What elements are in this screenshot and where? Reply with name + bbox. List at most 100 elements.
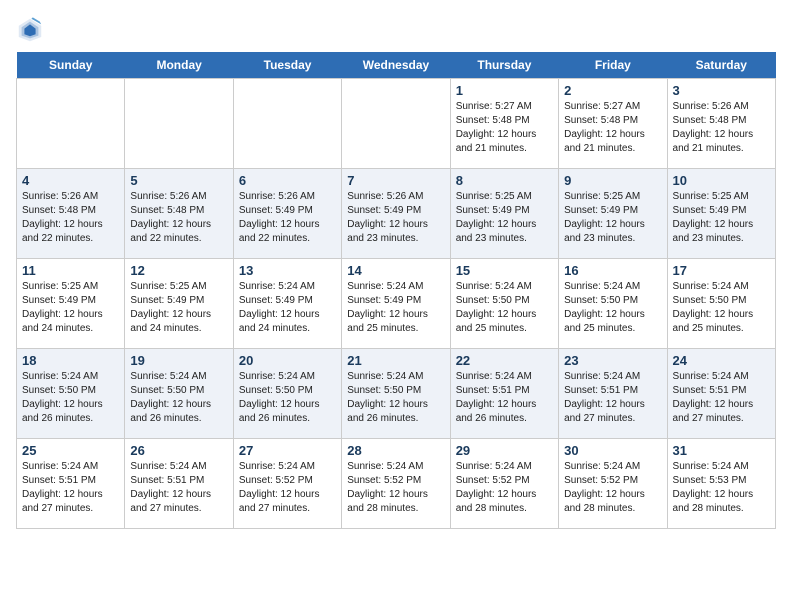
calendar-cell: 5Sunrise: 5:26 AM Sunset: 5:48 PM Daylig… — [125, 169, 233, 259]
day-info: Sunrise: 5:24 AM Sunset: 5:50 PM Dayligh… — [130, 370, 227, 426]
day-number: 24 — [673, 353, 770, 368]
day-info: Sunrise: 5:27 AM Sunset: 5:48 PM Dayligh… — [456, 100, 553, 156]
day-number: 18 — [22, 353, 119, 368]
calendar-cell: 29 Sunrise: 5:24 AM Sunset: 5:52 PM Dayli… — [450, 439, 558, 529]
header-row: SundayMondayTuesdayWednesdayThursdayFrid… — [17, 52, 776, 79]
calendar-cell: 12Sunrise: 5:25 AM Sunset: 5:49 PM Dayli… — [125, 259, 233, 349]
day-number: 4 — [22, 173, 119, 188]
day-number: 28 — [347, 443, 444, 458]
day-number: 21 — [347, 353, 444, 368]
day-number: 22 — [456, 353, 553, 368]
calendar-cell: 26Sunrise: 5:24 AM Sunset: 5:51 PM Dayli… — [125, 439, 233, 529]
day-info: Sunrise: 5:24 AM Sunset: 5:50 PM Dayligh… — [564, 280, 661, 336]
calendar-cell: 13 Sunrise: 5:24 AM Sunset: 5:49 PM Dayli… — [233, 259, 341, 349]
day-info: Sunrise: 5:24 AM Sunset: 5:49 PM Dayligh… — [347, 280, 444, 336]
calendar-cell: 8 Sunrise: 5:25 AM Sunset: 5:49 PM Daylig… — [450, 169, 558, 259]
day-info: Sunrise: 5:24 AM Sunset: 5:52 PM Dayligh… — [347, 460, 444, 516]
day-number: 30 — [564, 443, 661, 458]
week-row-2: 4 Sunrise: 5:26 AM Sunset: 5:48 PM Daylig… — [17, 169, 776, 259]
day-info: Sunrise: 5:25 AM Sunset: 5:49 PM Dayligh… — [22, 280, 119, 336]
day-info: Sunrise: 5:26 AM Sunset: 5:48 PM Dayligh… — [130, 190, 227, 246]
calendar-cell: 28 Sunrise: 5:24 AM Sunset: 5:52 PM Dayli… — [342, 439, 450, 529]
day-number: 13 — [239, 263, 336, 278]
day-info: Sunrise: 5:24 AM Sunset: 5:51 PM Dayligh… — [456, 370, 553, 426]
day-number: 8 — [456, 173, 553, 188]
col-header-monday: Monday — [125, 52, 233, 79]
day-number: 10 — [673, 173, 770, 188]
day-info: Sunrise: 5:24 AM Sunset: 5:52 PM Dayligh… — [564, 460, 661, 516]
calendar-cell: 17Sunrise: 5:24 AM Sunset: 5:50 PM Dayli… — [667, 259, 775, 349]
calendar-table: SundayMondayTuesdayWednesdayThursdayFrid… — [16, 52, 776, 529]
calendar-cell: 1 Sunrise: 5:27 AM Sunset: 5:48 PM Daylig… — [450, 79, 558, 169]
calendar-cell: 30 Sunrise: 5:24 AM Sunset: 5:52 PM Dayli… — [559, 439, 667, 529]
calendar-cell: 10 Sunrise: 5:25 AM Sunset: 5:49 PM Dayli… — [667, 169, 775, 259]
day-info: Sunrise: 5:24 AM Sunset: 5:50 PM Dayligh… — [673, 280, 770, 336]
calendar-cell: 31 Sunrise: 5:24 AM Sunset: 5:53 PM Dayli… — [667, 439, 775, 529]
day-info: Sunrise: 5:24 AM Sunset: 5:50 PM Dayligh… — [22, 370, 119, 426]
day-info: Sunrise: 5:24 AM Sunset: 5:50 PM Dayligh… — [456, 280, 553, 336]
calendar-cell: 19 Sunrise: 5:24 AM Sunset: 5:50 PM Dayli… — [125, 349, 233, 439]
calendar-cell: 23 Sunrise: 5:24 AM Sunset: 5:51 PM Dayli… — [559, 349, 667, 439]
day-number: 14 — [347, 263, 444, 278]
day-number: 20 — [239, 353, 336, 368]
day-number: 31 — [673, 443, 770, 458]
day-info: Sunrise: 5:26 AM Sunset: 5:48 PM Dayligh… — [673, 100, 770, 156]
calendar-cell: 14 Sunrise: 5:24 AM Sunset: 5:49 PM Dayli… — [342, 259, 450, 349]
day-info: Sunrise: 5:26 AM Sunset: 5:49 PM Dayligh… — [347, 190, 444, 246]
day-info: Sunrise: 5:24 AM Sunset: 5:50 PM Dayligh… — [239, 370, 336, 426]
day-number: 27 — [239, 443, 336, 458]
col-header-thursday: Thursday — [450, 52, 558, 79]
day-info: Sunrise: 5:26 AM Sunset: 5:48 PM Dayligh… — [22, 190, 119, 246]
calendar-cell — [342, 79, 450, 169]
col-header-tuesday: Tuesday — [233, 52, 341, 79]
day-info: Sunrise: 5:24 AM Sunset: 5:52 PM Dayligh… — [239, 460, 336, 516]
calendar-cell: 2Sunrise: 5:27 AM Sunset: 5:48 PM Daylig… — [559, 79, 667, 169]
calendar-cell: 9 Sunrise: 5:25 AM Sunset: 5:49 PM Daylig… — [559, 169, 667, 259]
calendar-cell: 21 Sunrise: 5:24 AM Sunset: 5:50 PM Dayli… — [342, 349, 450, 439]
day-info: Sunrise: 5:24 AM Sunset: 5:49 PM Dayligh… — [239, 280, 336, 336]
day-number: 11 — [22, 263, 119, 278]
day-number: 29 — [456, 443, 553, 458]
day-info: Sunrise: 5:24 AM Sunset: 5:51 PM Dayligh… — [673, 370, 770, 426]
calendar-cell: 25Sunrise: 5:24 AM Sunset: 5:51 PM Dayli… — [17, 439, 125, 529]
calendar-cell — [17, 79, 125, 169]
day-number: 7 — [347, 173, 444, 188]
day-number: 1 — [456, 83, 553, 98]
week-row-5: 25Sunrise: 5:24 AM Sunset: 5:51 PM Dayli… — [17, 439, 776, 529]
calendar-cell: 15 Sunrise: 5:24 AM Sunset: 5:50 PM Dayli… — [450, 259, 558, 349]
logo — [16, 16, 48, 44]
day-info: Sunrise: 5:24 AM Sunset: 5:52 PM Dayligh… — [456, 460, 553, 516]
col-header-saturday: Saturday — [667, 52, 775, 79]
calendar-cell: 7 Sunrise: 5:26 AM Sunset: 5:49 PM Daylig… — [342, 169, 450, 259]
day-info: Sunrise: 5:24 AM Sunset: 5:50 PM Dayligh… — [347, 370, 444, 426]
week-row-4: 18 Sunrise: 5:24 AM Sunset: 5:50 PM Dayli… — [17, 349, 776, 439]
day-number: 15 — [456, 263, 553, 278]
day-number: 9 — [564, 173, 661, 188]
day-info: Sunrise: 5:26 AM Sunset: 5:49 PM Dayligh… — [239, 190, 336, 246]
day-info: Sunrise: 5:25 AM Sunset: 5:49 PM Dayligh… — [564, 190, 661, 246]
week-row-1: 1 Sunrise: 5:27 AM Sunset: 5:48 PM Daylig… — [17, 79, 776, 169]
calendar-cell — [125, 79, 233, 169]
day-number: 26 — [130, 443, 227, 458]
logo-icon — [16, 16, 44, 44]
calendar-cell: 11 Sunrise: 5:25 AM Sunset: 5:49 PM Dayli… — [17, 259, 125, 349]
calendar-cell: 6Sunrise: 5:26 AM Sunset: 5:49 PM Daylig… — [233, 169, 341, 259]
day-number: 25 — [22, 443, 119, 458]
calendar-cell: 20 Sunrise: 5:24 AM Sunset: 5:50 PM Dayli… — [233, 349, 341, 439]
day-info: Sunrise: 5:25 AM Sunset: 5:49 PM Dayligh… — [456, 190, 553, 246]
calendar-cell: 16Sunrise: 5:24 AM Sunset: 5:50 PM Dayli… — [559, 259, 667, 349]
day-info: Sunrise: 5:24 AM Sunset: 5:51 PM Dayligh… — [564, 370, 661, 426]
day-number: 23 — [564, 353, 661, 368]
col-header-sunday: Sunday — [17, 52, 125, 79]
calendar-cell: 18 Sunrise: 5:24 AM Sunset: 5:50 PM Dayli… — [17, 349, 125, 439]
day-number: 19 — [130, 353, 227, 368]
col-header-friday: Friday — [559, 52, 667, 79]
col-header-wednesday: Wednesday — [342, 52, 450, 79]
calendar-cell: 3 Sunrise: 5:26 AM Sunset: 5:48 PM Daylig… — [667, 79, 775, 169]
day-info: Sunrise: 5:24 AM Sunset: 5:53 PM Dayligh… — [673, 460, 770, 516]
day-info: Sunrise: 5:25 AM Sunset: 5:49 PM Dayligh… — [130, 280, 227, 336]
day-number: 2 — [564, 83, 661, 98]
day-info: Sunrise: 5:25 AM Sunset: 5:49 PM Dayligh… — [673, 190, 770, 246]
day-number: 3 — [673, 83, 770, 98]
calendar-cell: 4 Sunrise: 5:26 AM Sunset: 5:48 PM Daylig… — [17, 169, 125, 259]
